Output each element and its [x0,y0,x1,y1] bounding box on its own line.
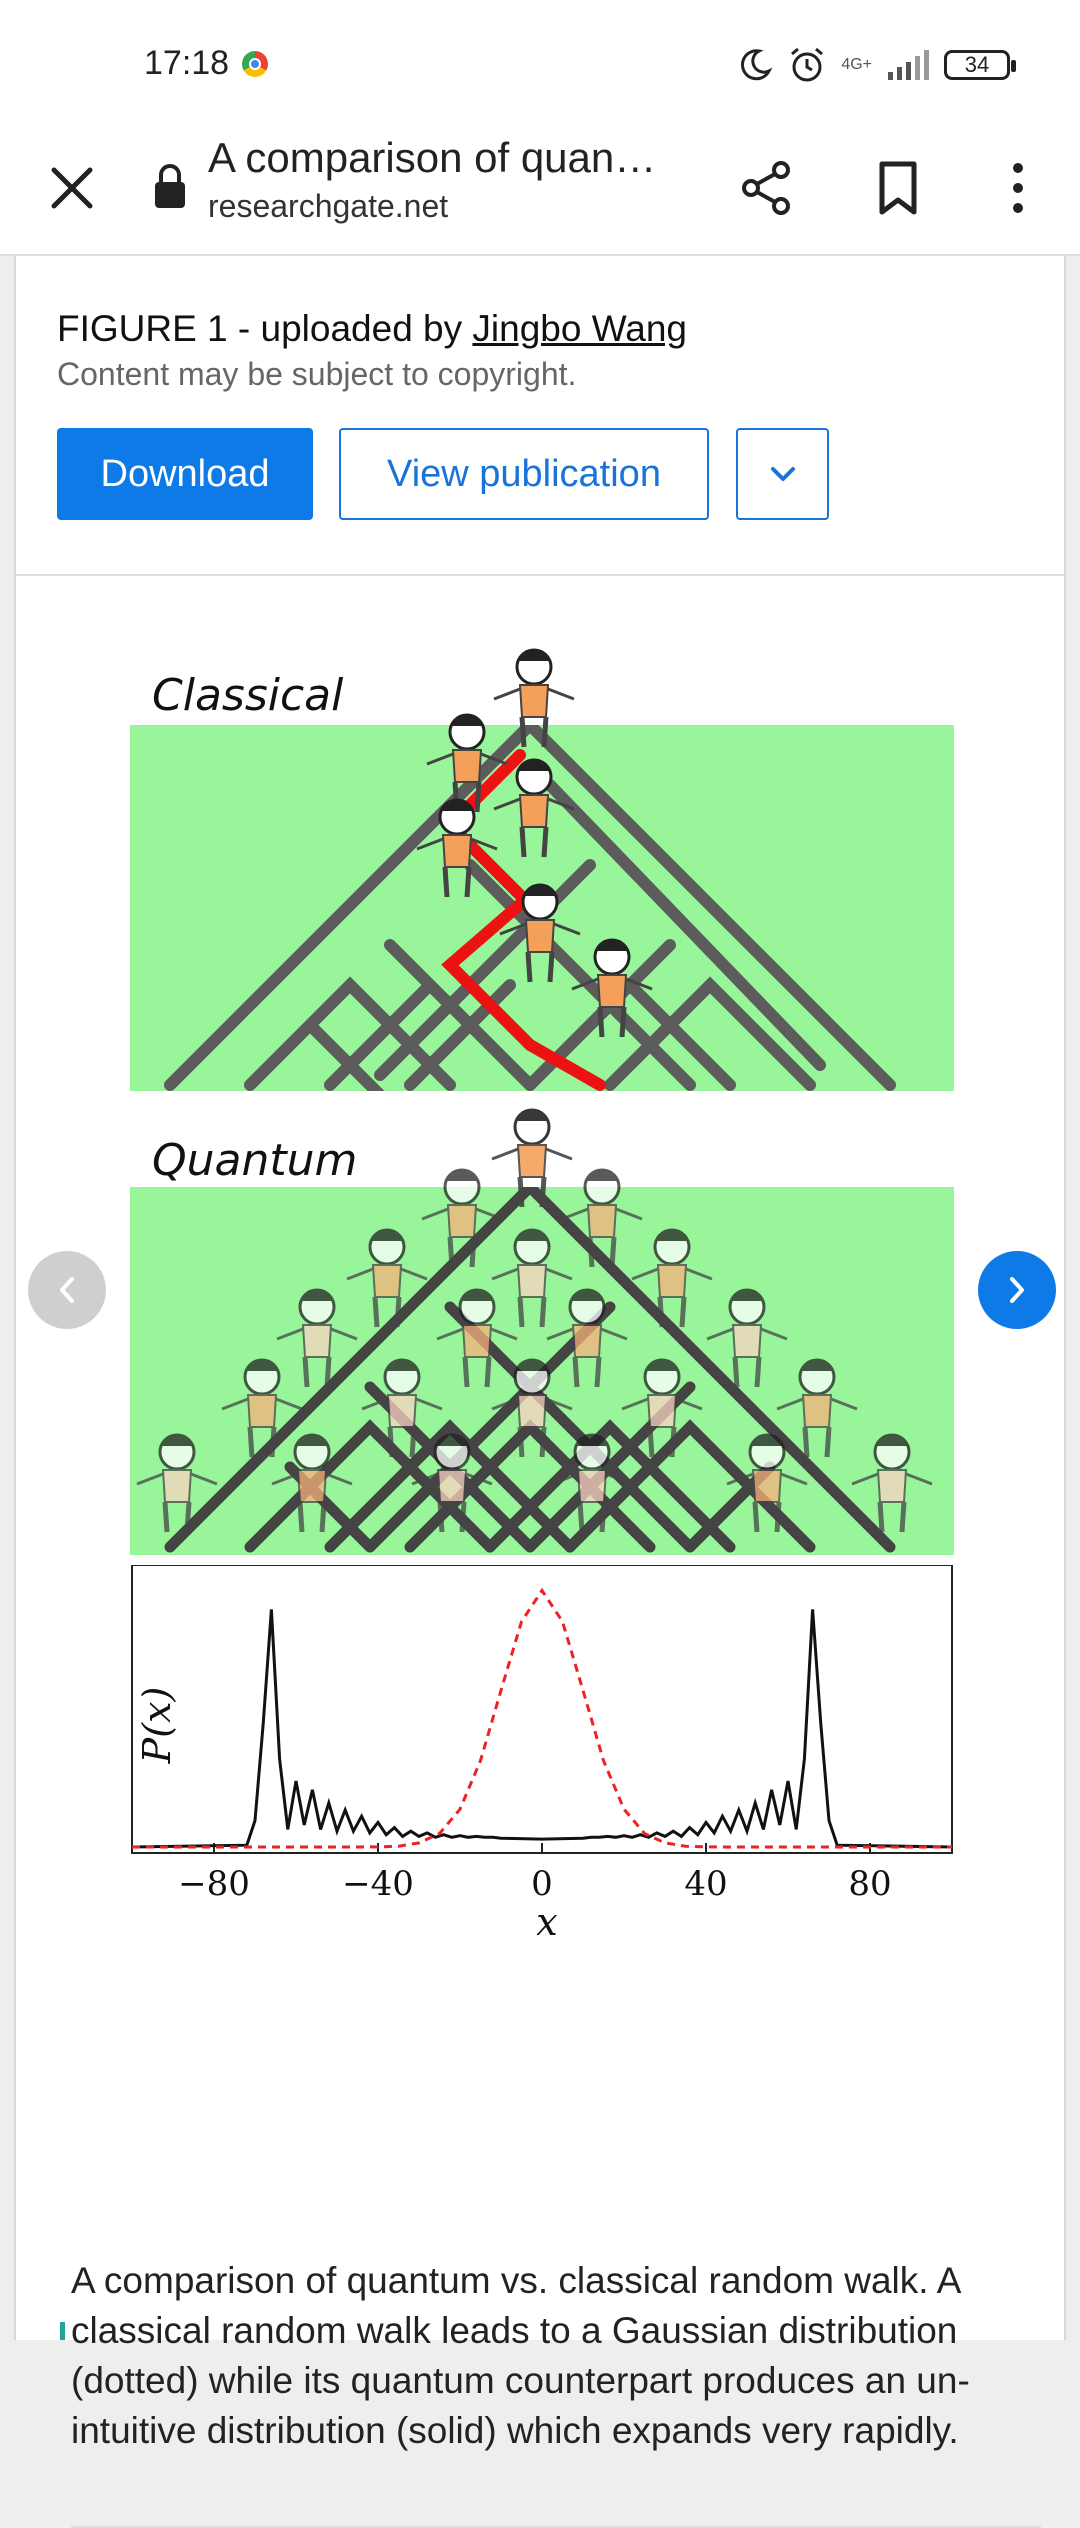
figure-image: Classical Quantum −80 −40 0 40 80 P(x) x [112,375,960,1944]
x-tick-label: 40 [684,1864,727,1904]
x-tick-label: 0 [531,1864,553,1904]
walker-figures [112,375,960,1555]
chevron-left-icon [60,1277,74,1303]
uploader-link[interactable]: Jingbo Wang [472,308,687,349]
signal-icon [888,50,929,80]
page-title: A comparison of quan… [208,134,657,181]
probability-chart: −80 −40 0 40 80 P(x) x [131,1565,953,1944]
share-icon[interactable] [735,156,799,220]
chevron-right-icon [1010,1277,1024,1303]
more-options-icon[interactable] [986,156,1050,220]
previous-figure-button[interactable] [28,1251,106,1329]
y-axis-label: P(x) [135,1687,179,1765]
status-time: 17:18 [144,44,230,82]
close-icon[interactable] [40,156,104,220]
x-tick-label: 80 [848,1864,891,1904]
status-icons: 4G+ 34 [737,40,1016,90]
page-url: researchgate.net [208,188,449,224]
x-tick-label: −40 [342,1864,414,1904]
figure-title-prefix: FIGURE 1 - uploaded by [57,308,473,349]
chrome-icon [242,51,268,77]
x-axis-label: x [536,1900,557,1944]
figure-caption: A comparison of quantum vs. classical ra… [71,2260,970,2451]
next-figure-button[interactable] [978,1251,1056,1329]
moon-icon [741,49,773,81]
network-type: 4G+ [841,56,872,73]
figure-title: FIGURE 1 - uploaded by Jingbo Wang [57,308,687,350]
x-tick-label: −80 [178,1864,250,1904]
status-bar: 17:18 4G+ 34 [0,0,1080,126]
bookmark-icon[interactable] [866,156,930,220]
scroll-indicator [60,2322,65,2340]
battery-icon: 34 [944,50,1016,80]
lock-icon [155,164,185,208]
browser-toolbar: A comparison of quan… researchgate.net [0,126,1080,256]
alarm-icon [791,47,824,82]
